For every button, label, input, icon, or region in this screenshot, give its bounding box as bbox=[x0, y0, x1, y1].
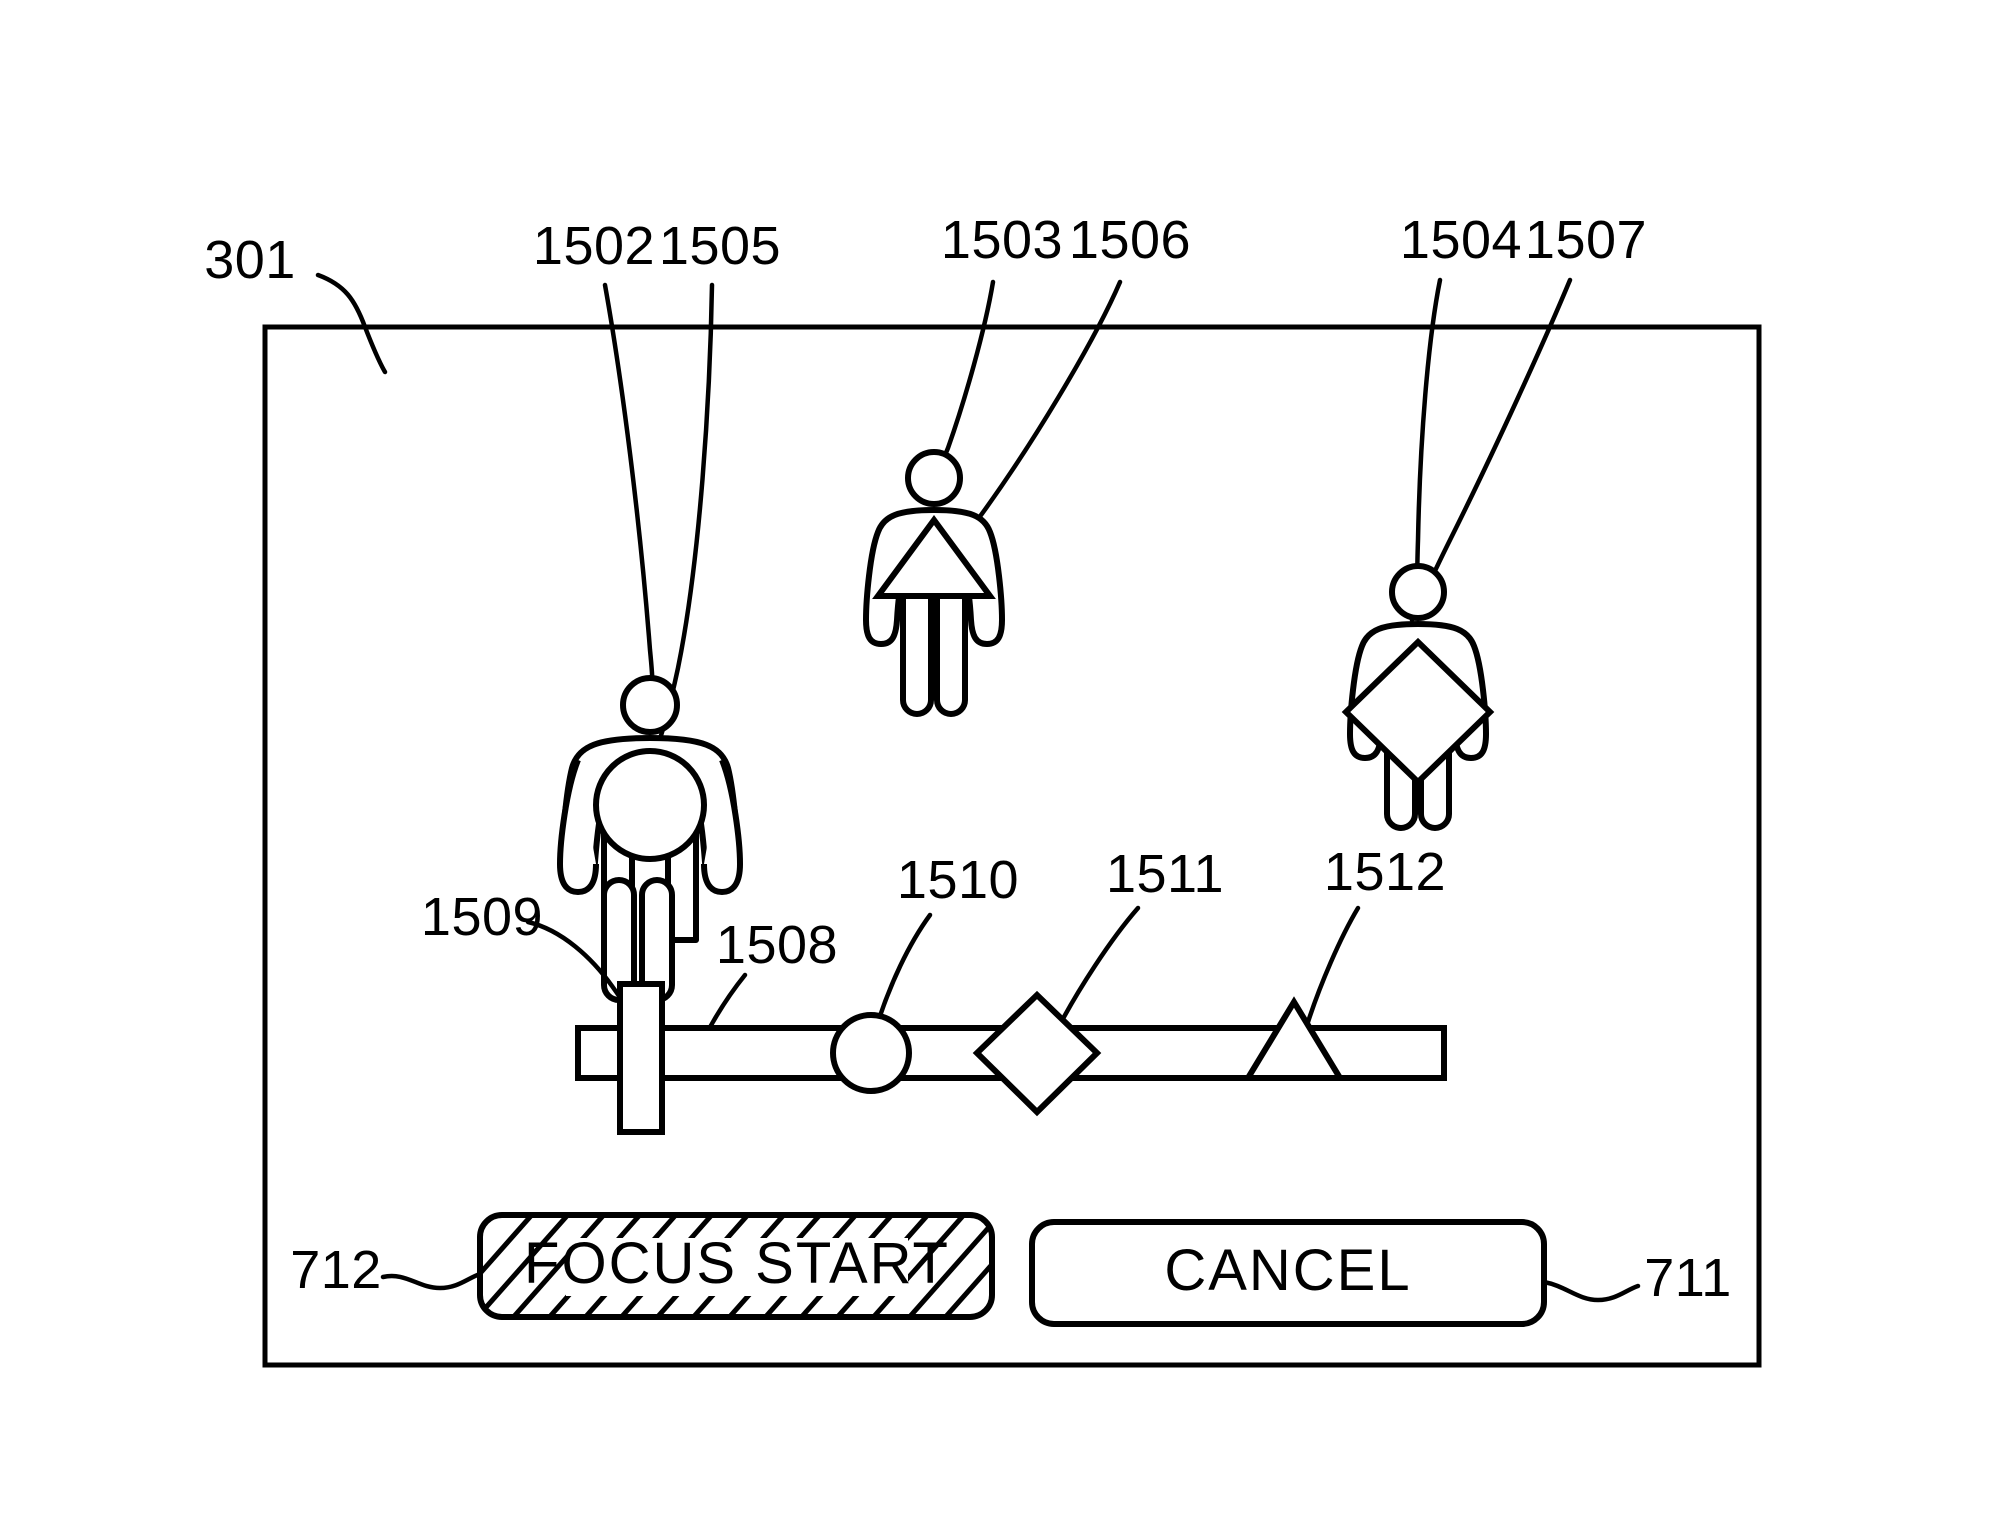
ref-label-1509: 1509 bbox=[421, 887, 543, 947]
patent-figure: 301 1502 1505 1503 1506 1504 1507 1509 1… bbox=[0, 0, 2006, 1534]
person-right-head bbox=[1389, 563, 1447, 621]
person-left-head bbox=[620, 675, 680, 735]
ref-label-1508: 1508 bbox=[716, 915, 838, 975]
leader-line-frame bbox=[315, 272, 388, 375]
person-right bbox=[1341, 563, 1495, 831]
leader-line-1507 bbox=[1409, 277, 1573, 623]
ref-label-712: 712 bbox=[290, 1240, 382, 1300]
ref-label-1503: 1503 bbox=[941, 210, 1063, 270]
person-middle-head bbox=[905, 449, 963, 507]
person-left-badge-circle-icon bbox=[593, 748, 707, 862]
screen-frame bbox=[262, 324, 1762, 1368]
ref-label-1507: 1507 bbox=[1525, 210, 1647, 270]
ref-label-711: 711 bbox=[1644, 1248, 1732, 1308]
slider-marker-circle-icon[interactable] bbox=[830, 1012, 912, 1094]
ref-label-1511: 1511 bbox=[1106, 844, 1224, 904]
leader-line-1503 bbox=[931, 279, 996, 481]
ref-label-1505: 1505 bbox=[659, 216, 781, 276]
cancel-button[interactable]: CANCEL bbox=[1029, 1219, 1547, 1327]
person-middle-leg-right bbox=[934, 577, 968, 717]
person-middle-leg-left bbox=[900, 577, 934, 717]
leader-line-711 bbox=[1541, 1279, 1641, 1303]
figure-canvas: 301 1502 1505 1503 1506 1504 1507 1509 1… bbox=[204, 210, 1762, 1368]
ref-label-1510: 1510 bbox=[897, 850, 1019, 910]
slider-marker-diamond-icon[interactable] bbox=[972, 990, 1102, 1117]
person-left bbox=[557, 675, 743, 1003]
focus-start-button-label: FOCUS START bbox=[524, 1231, 950, 1296]
ref-label-1512: 1512 bbox=[1324, 842, 1446, 902]
ref-label-frame: 301 bbox=[204, 230, 296, 290]
cancel-button-label: CANCEL bbox=[1164, 1238, 1411, 1303]
ref-label-1506: 1506 bbox=[1069, 210, 1191, 270]
focus-start-button[interactable]: FOCUS START bbox=[430, 1200, 1085, 1330]
person-middle bbox=[863, 449, 1005, 717]
slider-handle[interactable] bbox=[617, 981, 665, 1135]
leader-line-712 bbox=[380, 1271, 483, 1291]
ref-label-1502: 1502 bbox=[533, 216, 655, 276]
leader-line-1502 bbox=[602, 282, 655, 708]
ref-label-1504: 1504 bbox=[1400, 210, 1522, 270]
